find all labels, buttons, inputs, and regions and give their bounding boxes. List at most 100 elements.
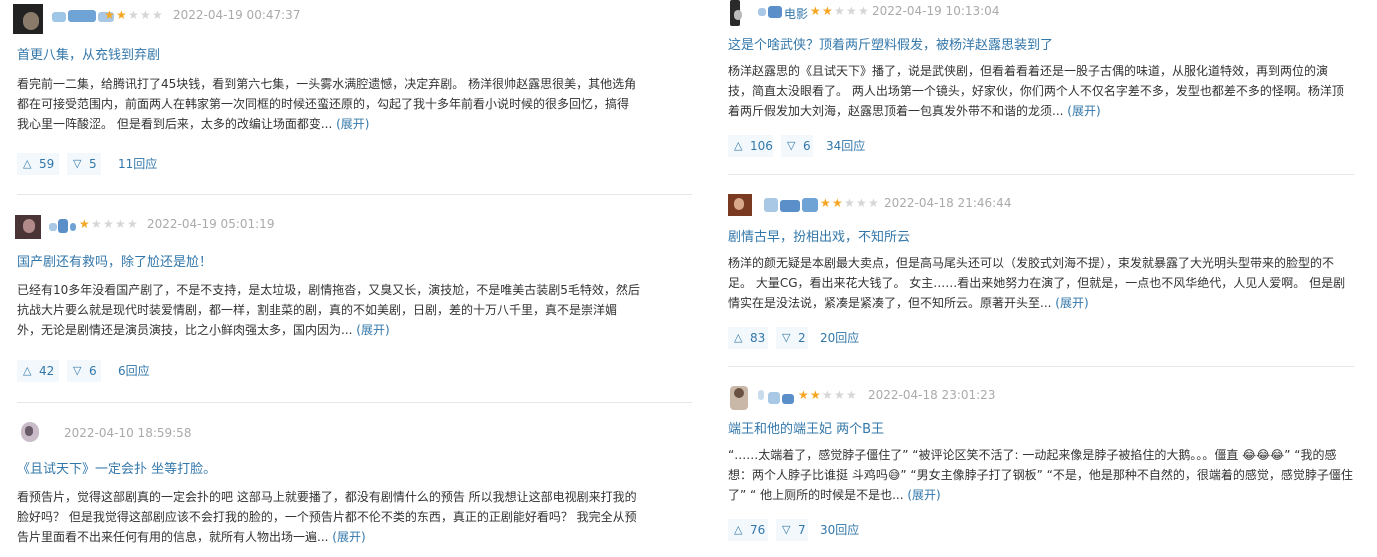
username-link[interactable] [758,388,798,408]
rating-stars: ★ ★ ★ ★ ★ [798,389,864,401]
review-timestamp: 2022-04-18 21:46:44 [884,196,1012,210]
review-body-line: 杨洋赵露思的《且试天下》播了，说是武侠剧，但看着看着还是一股子古偶的味道，从服化… [728,64,1329,78]
review-body-line: “……太端着了，感觉脖子僵住了” “被评论区笑不活了: 一动起来像是脖子被掐住的… [728,448,1337,462]
downvote-button[interactable]: ▽ 6 [67,360,101,382]
expand-link[interactable]: (展开) [336,117,369,131]
rating-stars: ★ ★ ★ ★ ★ [104,9,170,21]
review-title-link[interactable]: 《且试天下》一定会扑 坐等打脸。 [17,458,216,477]
review-item: ★ ★ ★ ★ ★ 2022-04-18 23:01:23 端王和他的端王妃 两个B王 … [728,384,1368,554]
star-icon: ★ [834,388,845,402]
downvote-button[interactable]: ▽ 6 [781,135,813,157]
avatar[interactable] [13,4,43,34]
review-header: 电影 ★ ★ ★ ★ ★ 2022-04-19 10:13:04 [728,0,1368,34]
star-icon: ★ [846,4,857,18]
downvote-triangle-icon: ▽ [787,139,796,152]
divider [17,402,692,403]
review-item: 电影 ★ ★ ★ ★ ★ 2022-04-19 10:13:04 这是个啥武侠？顶着两斤… [728,0,1368,170]
review-body: 看预告片，觉得这部剧真的一定会扑的吧 这部马上就要播了，都没有剧情什么的预告 所… [17,487,637,547]
downvote-count: 2 [798,331,806,345]
star-icon: ★ [116,8,127,22]
review-header: ★ ★ ★ ★ ★ 2022-04-18 23:01:23 [728,384,1368,418]
upvote-triangle-icon: △ [734,331,743,344]
reply-link[interactable]: 11回应 [118,153,157,175]
review-body-line: 抗战大片要么就是现代时装爱情剧，都一样，割韭菜的剧，真的不如美剧，日剧，差的十万… [17,303,618,317]
star-icon: ★ [810,388,821,402]
review-body-line: 外，无论是剧情还是演员演技，比之小鲜肉强太多，国内因为... (展开) [17,323,390,337]
review-header: 2022-04-10 18:59:58 [17,422,717,456]
review-title-link[interactable]: 端王和他的端王妃 两个B王 [728,418,884,437]
review-title-link[interactable]: 这是个啥武侠？顶着两斤塑料假发，被杨洋赵露思装到了 [728,34,1053,53]
avatar[interactable] [728,384,758,414]
review-body-line: 脸好吗？ 但是我觉得这部剧应该不会打我的脸的，一个预告片都不伦不类的东西，真正的… [17,510,637,524]
reply-link[interactable]: 6回应 [118,360,150,382]
star-icon: ★ [834,4,845,18]
star-icon: ★ [844,196,855,210]
expand-link[interactable]: (展开) [1067,104,1100,118]
star-icon: ★ [115,217,126,231]
reply-link[interactable]: 30回应 [820,519,859,541]
upvote-triangle-icon: △ [23,157,32,170]
username-link[interactable] [49,426,59,446]
reply-link[interactable]: 20回应 [820,327,859,349]
star-icon: ★ [822,388,833,402]
review-body: 看完前一二集，给腾讯打了45块钱，看到第六七集，一头雾水满腔遗憾，决定弃剧。 杨… [17,74,636,134]
downvote-triangle-icon: ▽ [73,157,82,170]
upvote-button[interactable]: △ 106 [728,135,773,157]
star-icon: ★ [152,8,163,22]
review-item: ★ ★ ★ ★ ★ 2022-04-18 21:46:44 剧情古早，扮相出戏，不知所云… [728,192,1368,362]
downvote-count: 5 [89,157,97,171]
star-icon: ★ [128,8,139,22]
upvote-count: 42 [39,364,55,378]
downvote-button[interactable]: ▽ 2 [776,327,808,349]
expand-link[interactable]: (展开) [1055,296,1088,310]
star-icon: ★ [798,388,809,402]
username-link[interactable] [764,196,820,216]
divider [17,194,692,195]
avatar[interactable] [728,192,758,222]
review-body: 杨洋的颜无疑是本剧最大卖点，但是高马尾头还可以（发胶式刘海不提），束发就暴露了大… [728,253,1345,313]
upvote-button[interactable]: △ 76 [728,519,768,541]
review-timestamp: 2022-04-19 05:01:19 [147,217,275,231]
upvote-count: 106 [750,139,773,153]
review-timestamp: 2022-04-10 18:59:58 [64,426,192,440]
review-title-link[interactable]: 首更八集，从充钱到弃剧 [17,44,160,63]
downvote-triangle-icon: ▽ [73,364,82,377]
rating-stars: ★ ★ ★ ★ ★ [810,5,876,17]
downvote-button[interactable]: ▽ 5 [67,153,101,175]
review-body-line: 告片里面看不出来任何有用的信息，就所有人物出场一遍... (展开) [17,530,366,544]
expand-link[interactable]: (展开) [907,488,940,502]
review-body-line: 了” “ 他上厕所的时候是不是也... (展开) [728,488,941,502]
star-icon: ★ [822,4,833,18]
downvote-triangle-icon: ▽ [782,331,791,344]
review-title-link[interactable]: 国产剧还有救吗，除了尬还是尬！ [17,251,212,270]
expand-link[interactable]: (展开) [356,323,389,337]
review-item: ★ ★ ★ ★ ★ 2022-04-19 05:01:19 国产剧还有救吗，除了尬还是尬… [15,213,697,393]
downvote-button[interactable]: ▽ 7 [776,519,808,541]
review-body-line: 看完前一二集，给腾讯打了45块钱，看到第六七集，一头雾水满腔遗憾，决定弃剧。 杨… [17,77,637,91]
upvote-button[interactable]: △ 42 [17,360,59,382]
avatar[interactable] [728,0,758,30]
avatar[interactable] [15,213,45,243]
star-icon: ★ [103,217,114,231]
expand-link[interactable]: (展开) [332,530,365,544]
review-body-line: 都在可接受范围内，前面两人在韩家第一次同框的时候还蛮还原的，勾起了我十多年前看小… [17,97,630,111]
review-body-line: 想：两个人脖子比谁挺 斗鸡吗😅” “男女主像脖子打了钢板” “不是，他是那种不自… [728,468,1353,482]
downvote-count: 6 [89,364,97,378]
review-title-link[interactable]: 剧情古早，扮相出戏，不知所云 [728,226,910,245]
upvote-button[interactable]: △ 59 [17,153,59,175]
username-link[interactable] [49,217,79,237]
review-body-line: 杨洋的颜无疑是本剧最大卖点，但是高马尾头还可以（发胶式刘海不提），束发就暴露了大… [728,256,1335,270]
star-icon: ★ [91,217,102,231]
star-icon: ★ [832,196,843,210]
review-item: 2022-04-10 18:59:58 《且试天下》一定会扑 坐等打脸。 看预告… [17,422,697,557]
username-link[interactable]: 电影 [758,2,810,22]
upvote-count: 76 [750,523,766,537]
upvote-triangle-icon: △ [734,139,743,152]
review-body-line: 足。 大量CG，看出来花大钱了。 女主……看出来她努力在演了，但就是，一点也不风… [728,276,1346,290]
avatar[interactable] [17,422,47,452]
downvote-triangle-icon: ▽ [782,523,791,536]
reply-link[interactable]: 34回应 [826,135,865,157]
downvote-count: 6 [803,139,811,153]
upvote-button[interactable]: △ 83 [728,327,768,349]
upvote-triangle-icon: △ [23,364,32,377]
